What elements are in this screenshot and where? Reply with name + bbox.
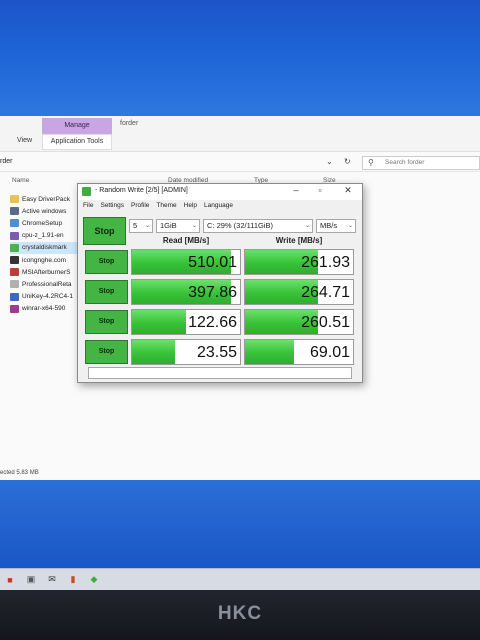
file-name: crystaldiskmark: [22, 244, 67, 252]
menu-bar: File Settings Profile Theme Help Language: [83, 202, 233, 209]
file-name: winrar-x64-590: [22, 305, 66, 313]
menu-item-settings[interactable]: Settings: [100, 202, 124, 209]
office-icon[interactable]: ▮: [67, 574, 79, 586]
row-stop-button[interactable]: Stop: [85, 250, 128, 274]
archive-icon: [10, 304, 19, 313]
tab-manage[interactable]: Manage: [42, 118, 112, 134]
search-input[interactable]: ⚲ Search forder: [362, 156, 480, 170]
row-stop-button[interactable]: Stop: [85, 280, 128, 304]
read-value: 122.66: [188, 314, 237, 331]
read-result-cell: 397.86: [131, 279, 241, 305]
search-placeholder: Search forder: [385, 159, 425, 166]
mail-icon[interactable]: ✉: [46, 574, 58, 586]
write-result-cell: 261.93: [244, 249, 354, 275]
chevron-down-icon: ⌄: [304, 223, 310, 229]
folder-icon: [10, 195, 19, 204]
write-value: 260.51: [301, 314, 350, 331]
chevron-down-icon[interactable]: ⌄: [326, 157, 333, 166]
store-icon[interactable]: ▣: [25, 574, 37, 586]
read-result-cell: 122.66: [131, 309, 241, 335]
unit-select[interactable]: MB/s ⌄: [316, 219, 356, 233]
maximize-icon[interactable]: ▫: [312, 185, 328, 195]
crystaldiskmark-taskbar-icon[interactable]: ◆: [88, 574, 100, 586]
tab-application-tools[interactable]: Application Tools: [42, 134, 112, 150]
menu-item-language[interactable]: Language: [204, 202, 233, 209]
column-header-name[interactable]: Name: [12, 177, 29, 184]
read-value: 510.01: [188, 254, 237, 271]
read-value: 23.55: [196, 344, 237, 361]
write-result-cell: 260.51: [244, 309, 354, 335]
write-value: 264.71: [301, 284, 350, 301]
desktop-background-lower: [0, 480, 480, 570]
file-name: ProfessionalReta: [22, 280, 72, 288]
app-icon: [10, 207, 19, 216]
search-icon: ⚲: [368, 158, 374, 167]
write-progress-bar: [245, 340, 294, 364]
drive-value: C: 29% (32/111GiB): [207, 221, 274, 230]
row-stop-button[interactable]: Stop: [85, 310, 128, 334]
menu-item-theme[interactable]: Theme: [156, 202, 176, 209]
file-name: ChromeSetup: [22, 219, 63, 227]
taskbar: ■ ▣ ✉ ▮ ◆: [0, 568, 480, 590]
chevron-down-icon: ⌄: [191, 223, 197, 229]
read-progress-bar: [132, 310, 186, 334]
chip-icon: [10, 231, 19, 240]
read-result-cell: 23.55: [131, 339, 241, 365]
title-bar[interactable]: - Random Write [2/5] [ADMIN] – ▫ ✕: [78, 184, 362, 200]
file-name: MSIAfterburnerS: [22, 268, 71, 276]
comment-field[interactable]: [88, 367, 352, 379]
read-result-cell: 510.01: [131, 249, 241, 275]
window-title: forder: [120, 120, 139, 127]
close-icon[interactable]: ✕: [340, 185, 356, 196]
test-count-select[interactable]: 5 ⌄: [129, 219, 153, 233]
drive-select[interactable]: C: 29% (32/111GiB) ⌄: [203, 219, 313, 233]
file-name: Easy DriverPack: [22, 195, 71, 203]
file-name: UniKey-4.2RC4-1: [22, 293, 73, 301]
monitor-brand-logo: HKC: [217, 603, 263, 624]
write-result-cell: 264.71: [244, 279, 354, 305]
read-progress-bar: [132, 340, 176, 364]
test-size-select[interactable]: 1GiB ⌄: [156, 219, 200, 233]
file-name: Active windows: [22, 207, 67, 215]
window-title-text: - Random Write [2/5] [ADMIN]: [95, 187, 188, 194]
file-name: icongnghe.com: [22, 256, 67, 264]
refresh-icon[interactable]: ↻: [344, 157, 351, 166]
crystaldiskmark-window: - Random Write [2/5] [ADMIN] – ▫ ✕ File S…: [77, 183, 363, 383]
write-value: 261.93: [301, 254, 350, 271]
menu-item-help[interactable]: Help: [184, 202, 197, 209]
chevron-down-icon: ⌄: [347, 223, 353, 229]
read-column-label: Read [MB/s]: [162, 236, 210, 245]
address-path: rder: [0, 158, 13, 165]
test-size-value: 1GiB: [160, 221, 177, 230]
test-count-value: 5: [133, 221, 138, 230]
windows-start-icon[interactable]: ■: [4, 574, 16, 586]
menu-item-file[interactable]: File: [83, 202, 93, 209]
ribbon: Manage forder View Application Tools: [0, 116, 480, 152]
read-value: 397.86: [188, 284, 237, 301]
app-icon: [10, 256, 19, 265]
minimize-icon[interactable]: –: [288, 185, 304, 195]
file-name: cpu-z_1.91-en: [22, 232, 64, 240]
status-bar: ected 5.83 MB: [0, 470, 39, 476]
tab-view[interactable]: View: [17, 137, 32, 144]
menu-item-profile[interactable]: Profile: [131, 202, 149, 209]
stop-all-button[interactable]: Stop: [83, 217, 126, 245]
chrome-icon: [10, 219, 19, 228]
unit-value: MB/s: [320, 221, 338, 230]
write-value: 69.01: [309, 344, 350, 361]
app-icon: [10, 292, 19, 301]
address-bar[interactable]: rder ⌄ ↻ ⚲ Search forder: [0, 154, 480, 172]
disk-icon: [10, 243, 19, 252]
chevron-down-icon: ⌄: [144, 223, 150, 229]
crystaldiskmark-app-icon: [82, 187, 91, 196]
app-icon: [10, 268, 19, 277]
desktop-background: [0, 0, 480, 120]
row-stop-button[interactable]: Stop: [85, 340, 128, 364]
write-column-label: Write [MB/s]: [275, 236, 323, 245]
doc-icon: [10, 280, 19, 289]
write-result-cell: 69.01: [244, 339, 354, 365]
